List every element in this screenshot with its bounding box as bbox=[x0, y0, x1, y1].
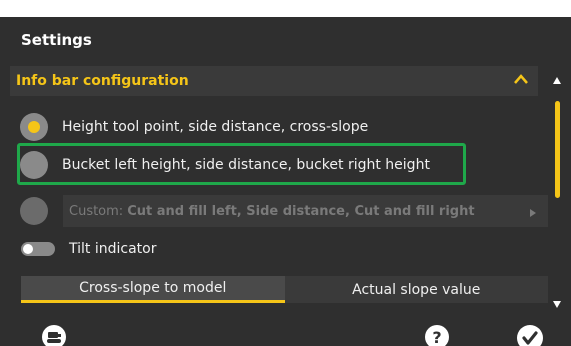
section-header-info-bar[interactable]: Info bar configuration bbox=[10, 66, 538, 96]
svg-text:?: ? bbox=[432, 328, 441, 346]
chevron-up-icon[interactable] bbox=[514, 74, 528, 88]
settings-panel: Settings Info bar configuration Height t… bbox=[0, 17, 571, 346]
radio-selected[interactable] bbox=[20, 113, 48, 141]
page-title: Settings bbox=[21, 31, 92, 49]
tilt-indicator-row[interactable]: Tilt indicator bbox=[21, 241, 156, 257]
slope-segmented-control: Cross-slope to model Actual slope value bbox=[21, 276, 548, 303]
scrollbar-thumb[interactable] bbox=[555, 101, 560, 198]
option-label: Bucket left height, side distance, bucke… bbox=[62, 157, 430, 173]
scroll-down-icon[interactable] bbox=[553, 293, 561, 312]
question-icon[interactable]: ? bbox=[425, 325, 449, 346]
radio-unselected[interactable] bbox=[20, 197, 48, 225]
checkmark-icon[interactable] bbox=[517, 325, 543, 346]
triangle-right-icon bbox=[530, 206, 536, 221]
segment-cross-slope[interactable]: Cross-slope to model bbox=[21, 276, 285, 303]
option-height-tool[interactable]: Height tool point, side distance, cross-… bbox=[20, 113, 368, 141]
segment-actual-slope[interactable]: Actual slope value bbox=[285, 276, 549, 303]
scroll-up-icon[interactable] bbox=[553, 69, 561, 88]
section-title: Info bar configuration bbox=[16, 73, 189, 89]
tilt-indicator-toggle[interactable] bbox=[21, 242, 55, 256]
custom-config-field[interactable]: Custom: Cut and fill left, Side distance… bbox=[63, 195, 548, 227]
custom-prefix: Custom: bbox=[69, 203, 124, 219]
radio-unselected[interactable] bbox=[20, 151, 48, 179]
custom-value: Cut and fill left, Side distance, Cut an… bbox=[127, 203, 475, 219]
option-custom[interactable] bbox=[20, 197, 48, 225]
option-bucket-height[interactable]: Bucket left height, side distance, bucke… bbox=[20, 151, 430, 179]
option-label: Height tool point, side distance, cross-… bbox=[62, 119, 369, 135]
toggle-label: Tilt indicator bbox=[69, 241, 157, 257]
machine-icon[interactable] bbox=[42, 325, 66, 346]
